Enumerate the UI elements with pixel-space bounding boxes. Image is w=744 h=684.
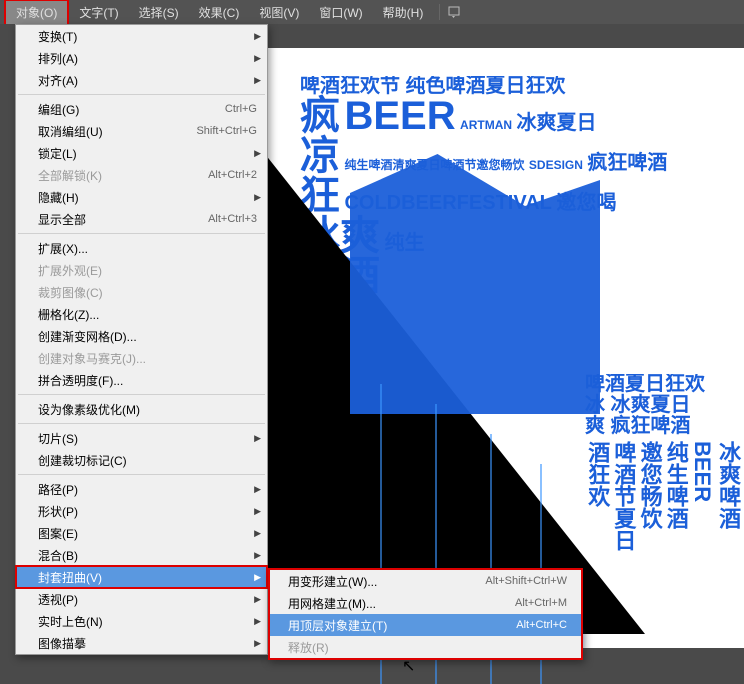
menu-item-mosaic: 创建对象马赛克(J)... [16, 347, 267, 369]
menu-object: 变换(T)▶ 排列(A)▶ 对齐(A)▶ 编组(G)Ctrl+G 取消编组(U)… [15, 24, 268, 655]
poster-text: 狂 COLDBEERFESTIVAL 邀您喝 [300, 176, 710, 216]
menu-item-transform[interactable]: 变换(T)▶ [16, 25, 267, 47]
menu-item-shape[interactable]: 形状(P)▶ [16, 500, 267, 522]
submenu-arrow-icon: ▶ [254, 192, 261, 203]
menu-separator [18, 94, 265, 95]
poster-text: 啤酒夏日狂欢 [585, 374, 744, 395]
menu-item-group[interactable]: 编组(G)Ctrl+G [16, 98, 267, 120]
submenu-arrow-icon: ▶ [254, 616, 261, 627]
submenu-arrow-icon: ▶ [254, 572, 261, 583]
menu-separator [18, 394, 265, 395]
poster-text: 冰爽 纯生 [300, 216, 710, 256]
submenu-arrow-icon: ▶ [254, 506, 261, 517]
menu-item-expand[interactable]: 扩展(X)... [16, 237, 267, 259]
menu-item-expand-appearance: 扩展外观(E) [16, 259, 267, 281]
menubar-object[interactable]: 对象(O) [4, 0, 69, 26]
submenu-arrow-icon: ▶ [254, 594, 261, 605]
menu-item-make-with-mesh[interactable]: 用网格建立(M)...Alt+Ctrl+M [270, 592, 581, 614]
menu-item-pattern[interactable]: 图案(E)▶ [16, 522, 267, 544]
menu-item-release: 释放(R) [270, 636, 581, 658]
submenu-envelope-distort: 用变形建立(W)...Alt+Shift+Ctrl+W 用网格建立(M)...A… [268, 568, 583, 660]
menu-item-gradient-mesh[interactable]: 创建渐变网格(D)... [16, 325, 267, 347]
menu-item-arrange[interactable]: 排列(A)▶ [16, 47, 267, 69]
menu-item-path[interactable]: 路径(P)▶ [16, 478, 267, 500]
menu-item-show-all[interactable]: 显示全部Alt+Ctrl+3 [16, 208, 267, 230]
menu-item-image-trace[interactable]: 图像描摹▶ [16, 632, 267, 654]
menubar-select[interactable]: 选择(S) [129, 1, 189, 24]
submenu-arrow-icon: ▶ [254, 484, 261, 495]
submenu-arrow-icon: ▶ [254, 528, 261, 539]
menu-item-make-with-top-object[interactable]: 用顶层对象建立(T)Alt+Ctrl+C [270, 614, 581, 636]
submenu-arrow-icon: ▶ [254, 53, 261, 64]
menubar-help[interactable]: 帮助(H) [373, 1, 434, 24]
menu-item-crop-marks[interactable]: 创建裁切标记(C) [16, 449, 267, 471]
submenu-arrow-icon: ▶ [254, 148, 261, 159]
menubar-window[interactable]: 窗口(W) [309, 1, 372, 24]
menu-item-perspective[interactable]: 透视(P)▶ [16, 588, 267, 610]
submenu-arrow-icon: ▶ [254, 550, 261, 561]
menubar-effect[interactable]: 效果(C) [189, 1, 250, 24]
submenu-arrow-icon: ▶ [254, 638, 261, 649]
poster-text: 凉 纯生啤酒清爽夏日啤酒节邀您畅饮 SDESIGN 疯狂啤酒 [300, 136, 710, 176]
submenu-arrow-icon: ▶ [254, 75, 261, 86]
poster-text: 爽 疯狂啤酒 [585, 416, 744, 437]
menu-item-hide[interactable]: 隐藏(H)▶ [16, 186, 267, 208]
menu-separator [18, 423, 265, 424]
menubar-divider [439, 4, 440, 20]
menu-item-envelope-distort[interactable]: 封套扭曲(V)▶ [16, 566, 267, 588]
poster-text: 冰 冰爽夏日 [585, 395, 744, 416]
submenu-arrow-icon: ▶ [254, 31, 261, 42]
menu-item-live-paint[interactable]: 实时上色(N)▶ [16, 610, 267, 632]
menu-item-ungroup[interactable]: 取消编组(U)Shift+Ctrl+G [16, 120, 267, 142]
poster-text: 疯 BEER ARTMAN 冰爽夏日 [300, 96, 710, 136]
menu-item-make-with-warp[interactable]: 用变形建立(W)...Alt+Shift+Ctrl+W [270, 570, 581, 592]
menubar-type[interactable]: 文字(T) [69, 1, 128, 24]
menu-separator [18, 474, 265, 475]
menu-item-unlock-all: 全部解锁(K)Alt+Ctrl+2 [16, 164, 267, 186]
menu-item-align[interactable]: 对齐(A)▶ [16, 69, 267, 91]
menu-item-pixel-perfect[interactable]: 设为像素级优化(M) [16, 398, 267, 420]
poster-text: 啤酒狂欢节 纯色啤酒夏日狂欢 [300, 76, 710, 96]
app-menubar: 对象(O) 文字(T) 选择(S) 效果(C) 视图(V) 窗口(W) 帮助(H… [0, 0, 744, 24]
submenu-arrow-icon: ▶ [254, 433, 261, 444]
menu-item-lock[interactable]: 锁定(L)▶ [16, 142, 267, 164]
workspace-switcher-icon[interactable] [446, 5, 466, 19]
menu-item-slice[interactable]: 切片(S)▶ [16, 427, 267, 449]
menu-item-flatten[interactable]: 拼合透明度(F)... [16, 369, 267, 391]
menubar-view[interactable]: 视图(V) [249, 1, 309, 24]
poster-vertical-columns: 酒狂欢 啤酒节夏日 邀您畅饮 纯生啤酒 BEER 冰爽啤酒 爽啤酒节 CRAZY… [585, 441, 744, 578]
menu-separator [18, 233, 265, 234]
menu-item-rasterize[interactable]: 栅格化(Z)... [16, 303, 267, 325]
menu-item-crop-image: 裁剪图像(C) [16, 281, 267, 303]
menu-item-blend[interactable]: 混合(B)▶ [16, 544, 267, 566]
poster-artwork-side: 啤酒夏日狂欢 冰 冰爽夏日 爽 疯狂啤酒 酒狂欢 啤酒节夏日 邀您畅饮 纯生啤酒… [585, 374, 744, 684]
